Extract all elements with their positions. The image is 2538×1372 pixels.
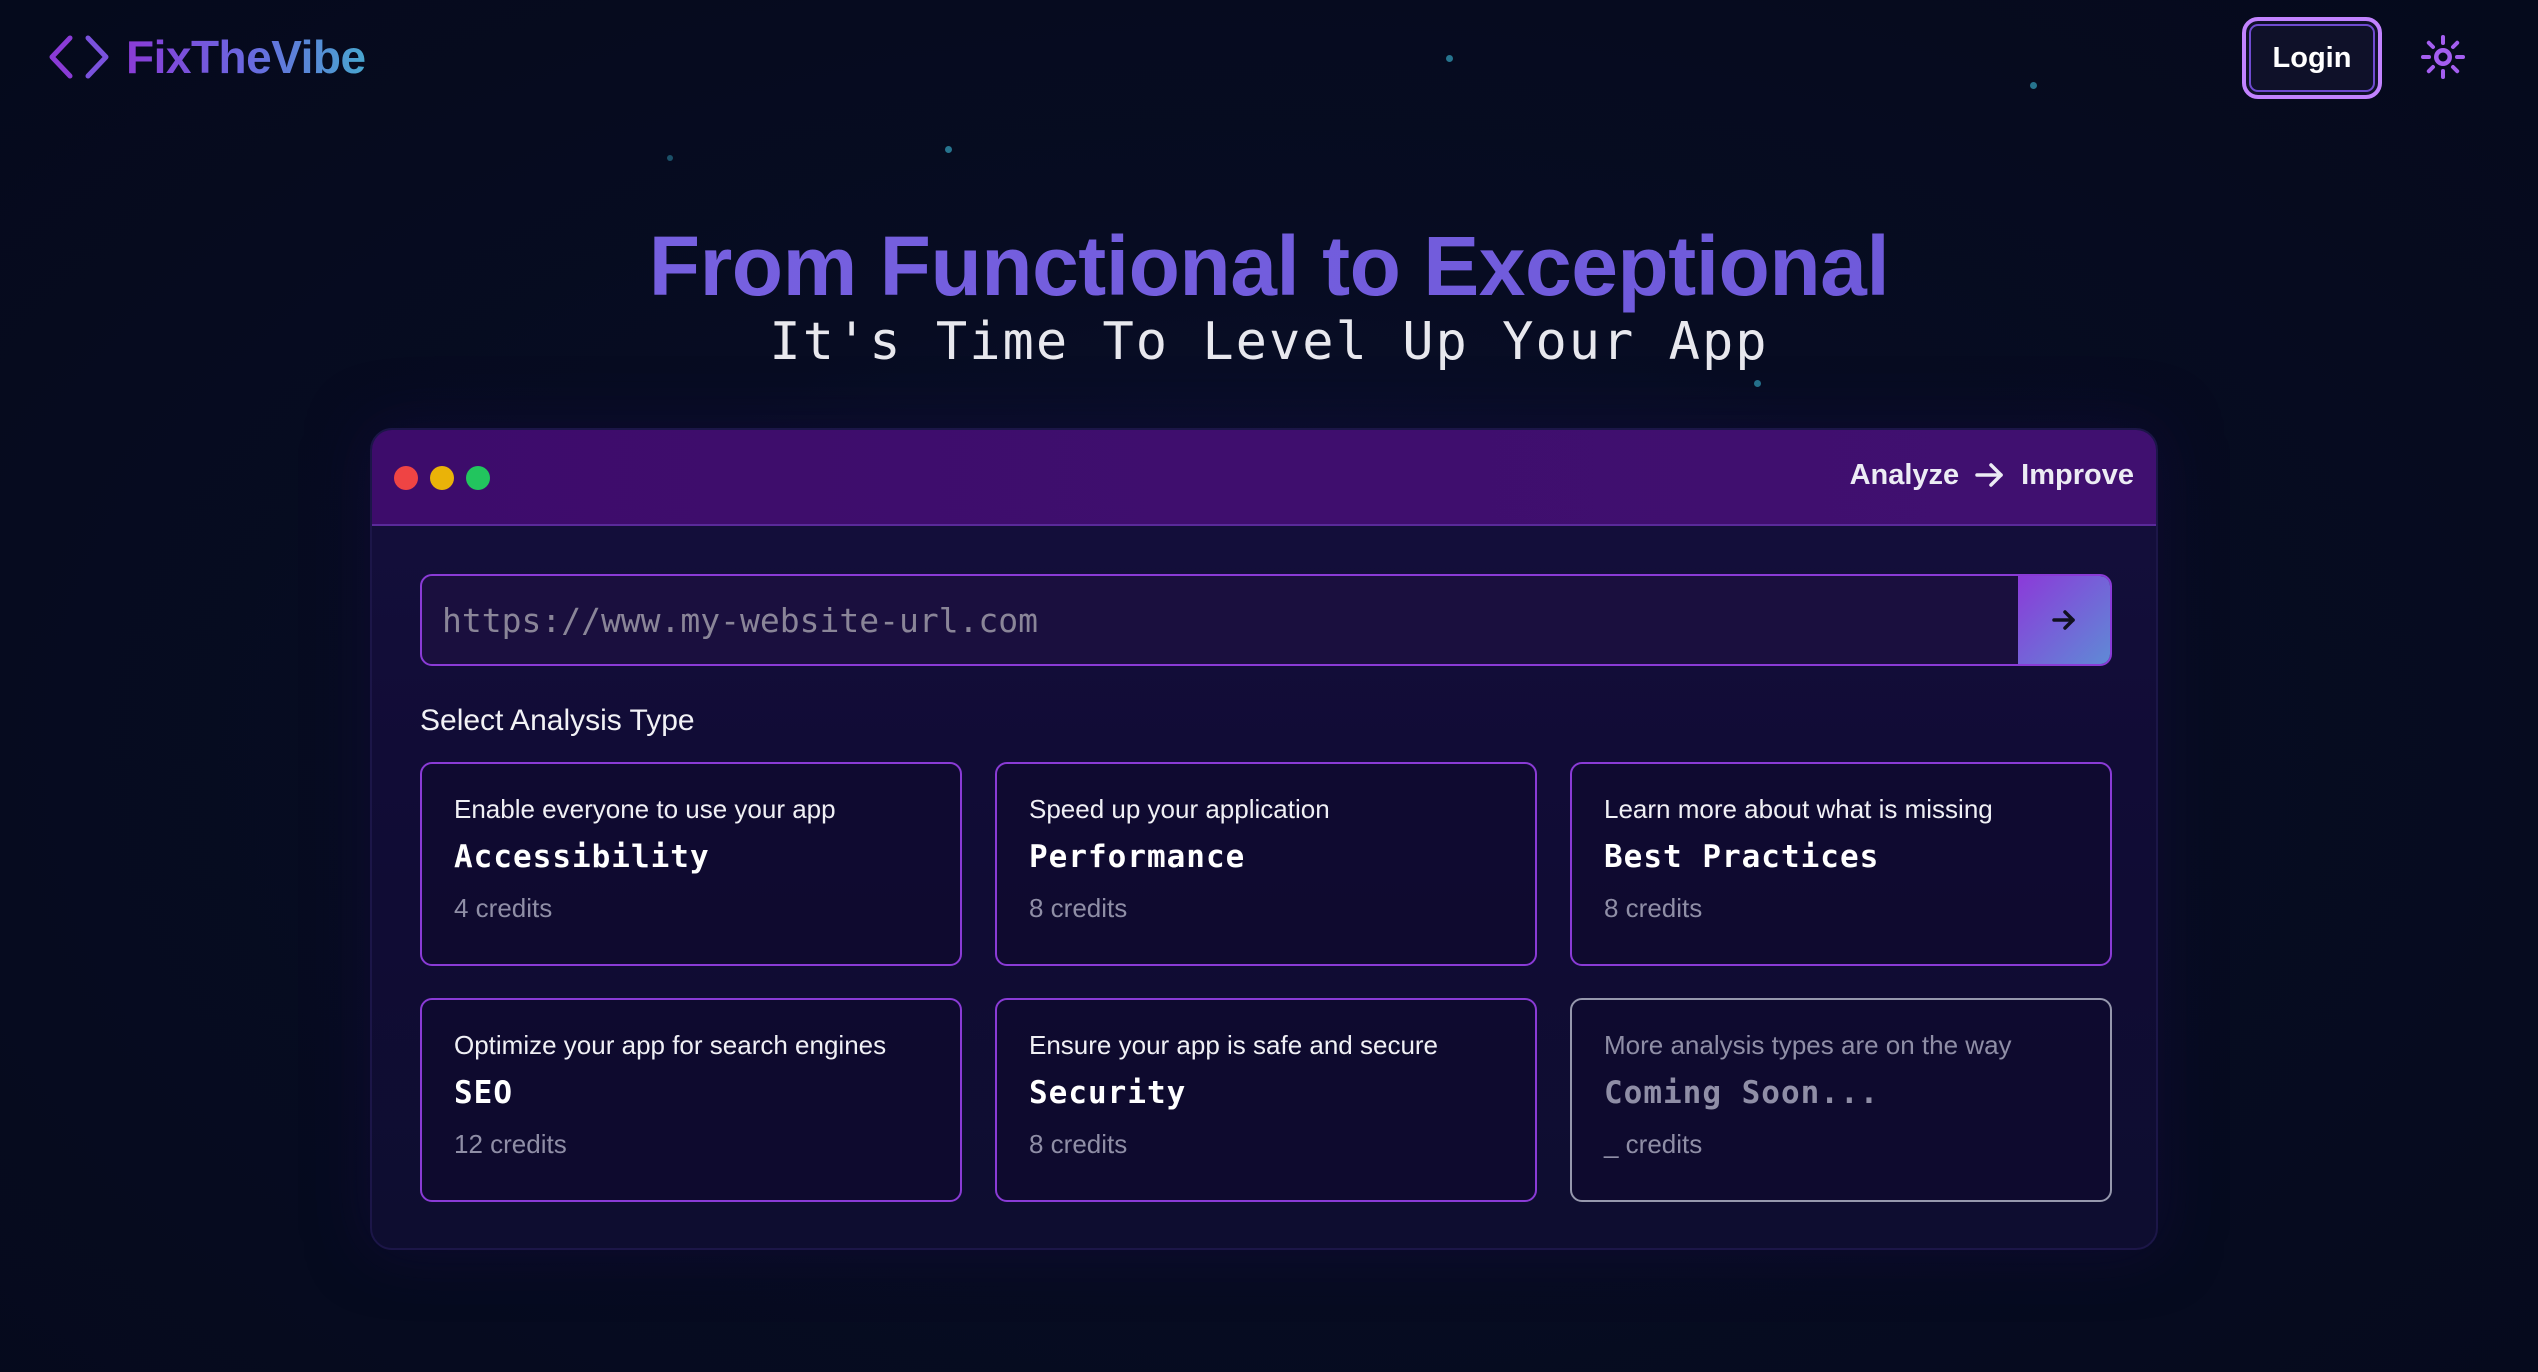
url-bar [420,574,2112,666]
card-description: More analysis types are on the way [1604,1030,2012,1060]
star-decoration [667,155,673,161]
card-title: SEO [454,1075,513,1111]
star-decoration [1754,380,1761,387]
card-description: Learn more about what is missing [1604,794,1993,824]
sun-icon[interactable] [2420,34,2466,80]
window-maximize-dot [466,466,490,490]
window-close-dot [394,466,418,490]
window-title: Analyze Improve [1850,458,2134,492]
card-credits: 8 credits [1029,1129,1128,1159]
card-credits: 8 credits [1604,893,1703,923]
window-minimize-dot [430,466,454,490]
card-title: Best Practices [1604,839,1880,875]
url-input[interactable] [422,576,2018,664]
analysis-card-performance[interactable]: Speed up your application Performance 8 … [995,762,1537,966]
card-credits: 4 credits [454,893,553,923]
card-description: Ensure your app is safe and secure [1029,1030,1439,1060]
analysis-card-coming-soon: More analysis types are on the way Comin… [1570,998,2112,1202]
card-description: Speed up your application [1029,794,1330,824]
card-credits: _ credits [1604,1129,1703,1159]
star-decoration [2030,82,2037,89]
star-decoration [945,146,952,153]
card-title: Security [1029,1075,1187,1111]
brand-logo[interactable]: FixTheVibe [48,30,366,84]
card-credits: 8 credits [1029,893,1128,923]
card-description: Optimize your app for search engines [454,1030,887,1060]
code-brackets-icon [49,35,109,79]
card-credits: 12 credits [454,1129,567,1159]
analysis-window: Analyze Improve Select Analysis Type Ena… [370,428,2158,1250]
analysis-card-security[interactable]: Ensure your app is safe and secure Secur… [995,998,1537,1202]
card-title: Coming Soon... [1604,1075,1880,1111]
submit-url-button[interactable] [2018,576,2110,664]
section-label: Select Analysis Type [420,704,695,737]
analysis-card-accessibility[interactable]: Enable everyone to use your app Accessib… [420,762,962,966]
page: FixTheVibe Login From Functional to Exce… [0,0,2538,1372]
analysis-card-seo[interactable]: Optimize your app for search engines SEO… [420,998,962,1202]
arrow-right-icon [1975,463,2003,487]
analysis-card-best-practices[interactable]: Learn more about what is missing Best Pr… [1570,762,2112,966]
title-analyze-label: Analyze [1849,458,1960,491]
brand-name: FixTheVibe [126,31,366,83]
login-button[interactable]: Login [2242,17,2382,99]
hero-title: From Functional to Exceptional [0,218,2538,315]
card-title: Accessibility [454,839,710,875]
card-description: Enable everyone to use your app [454,794,836,824]
arrow-right-icon [2052,610,2075,630]
hero-subtitle: It's Time To Level Up Your App [769,312,1769,372]
card-title: Performance [1029,839,1246,875]
window-titlebar: Analyze Improve [372,430,2156,526]
star-decoration [1446,55,1453,62]
title-improve-label: Improve [2021,458,2134,491]
